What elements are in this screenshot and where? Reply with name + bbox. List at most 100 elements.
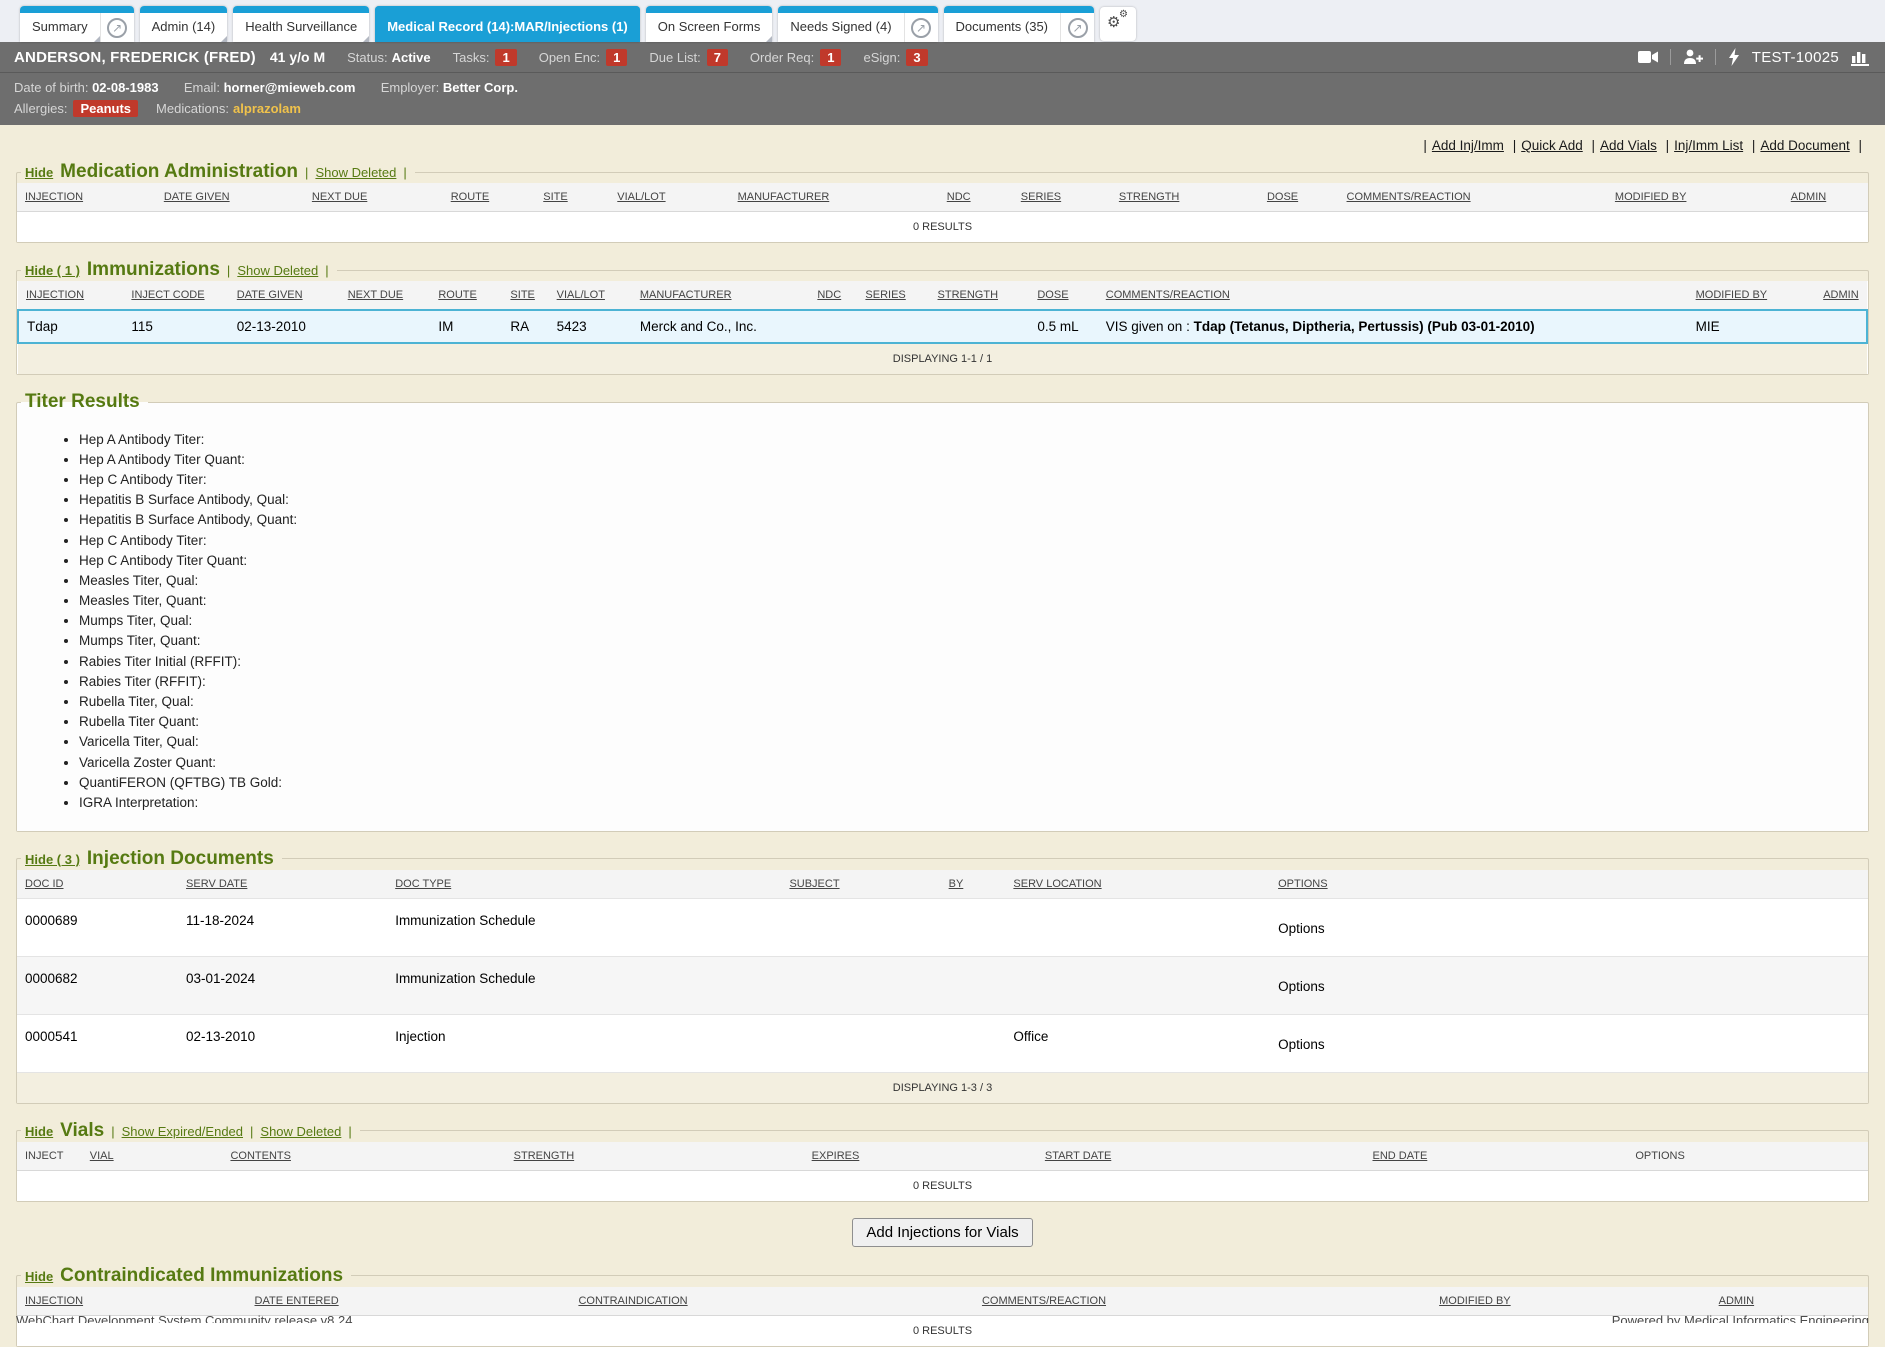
column-header[interactable]: DOSE [1029, 281, 1097, 310]
tab-needs-signed-popout-button[interactable]: ↗ [904, 6, 938, 42]
column-header[interactable]: SERIES [857, 281, 929, 310]
column-header[interactable]: BY [941, 870, 1006, 899]
column-header[interactable]: DOSE [1259, 183, 1339, 212]
column-header[interactable]: DATE GIVEN [156, 183, 304, 212]
hide-immunizations-link[interactable]: Hide ( 1 ) [25, 263, 80, 278]
flowsheet-chart-icon[interactable] [1851, 49, 1869, 66]
column-header[interactable]: CONTENTS [222, 1142, 505, 1171]
column-header[interactable]: VIAL [82, 1142, 223, 1171]
column-header[interactable]: COMMENTS/REACTION [1098, 281, 1688, 310]
tasks-badge[interactable]: 1 [495, 49, 516, 66]
hide-medication-administration-link[interactable]: Hide [25, 165, 53, 180]
document-row[interactable]: 0000689 11-18-2024 Immunization Schedule… [17, 898, 1868, 956]
show-deleted-vials-link[interactable]: Show Deleted [260, 1124, 341, 1139]
show-deleted-medadmin-link[interactable]: Show Deleted [315, 165, 396, 180]
column-header[interactable]: OPTIONS [1270, 870, 1868, 899]
options-menu-trigger[interactable]: Options [1270, 1014, 1868, 1072]
add-inj-imm-link[interactable]: Add Inj/Imm [1432, 138, 1504, 153]
column-header[interactable]: SITE [535, 183, 609, 212]
cell-subject [781, 898, 940, 956]
column-header[interactable]: ADMIN [1815, 281, 1867, 310]
medication-value[interactable]: alprazolam [233, 101, 301, 116]
column-header[interactable]: COMMENTS/REACTION [974, 1287, 1431, 1316]
add-vials-link[interactable]: Add Vials [1600, 138, 1657, 153]
options-menu-trigger[interactable]: Options [1270, 898, 1868, 956]
immunization-row-tdap[interactable]: Tdap 115 02-13-2010 IM RA 5423 Merck and… [18, 310, 1867, 343]
column-header[interactable]: STRENGTH [1111, 183, 1259, 212]
column-header[interactable]: END DATE [1364, 1142, 1627, 1171]
allergy-badge[interactable]: Peanuts [73, 100, 138, 117]
tab-on-screen-forms[interactable]: On Screen Forms [646, 6, 773, 42]
tab-bar: Summary ↗ Admin (14) Health Surveillance… [0, 0, 1885, 42]
dob-value: 02-08-1983 [92, 80, 159, 95]
document-row[interactable]: 0000682 03-01-2024 Immunization Schedule… [17, 956, 1868, 1014]
column-header[interactable]: SUBJECT [781, 870, 940, 899]
quick-add-link[interactable]: Quick Add [1521, 138, 1583, 153]
column-header[interactable]: MODIFIED BY [1688, 281, 1816, 310]
hide-vials-link[interactable]: Hide [25, 1124, 53, 1139]
due-list-badge[interactable]: 7 [707, 49, 728, 66]
column-header[interactable]: VIAL/LOT [549, 281, 632, 310]
tab-admin[interactable]: Admin (14) [140, 6, 228, 42]
video-camera-icon[interactable] [1638, 50, 1658, 64]
order-req-badge[interactable]: 1 [820, 49, 841, 66]
document-row[interactable]: 0000541 02-13-2010 Injection Office Opti… [17, 1014, 1868, 1072]
column-header[interactable]: DATE GIVEN [229, 281, 340, 310]
inj-imm-list-link[interactable]: Inj/Imm List [1674, 138, 1743, 153]
add-document-link[interactable]: Add Document [1760, 138, 1849, 153]
column-header[interactable]: STRENGTH [930, 281, 1030, 310]
options-menu-trigger[interactable]: Options [1270, 956, 1868, 1014]
add-person-icon[interactable] [1683, 49, 1703, 65]
tab-documents-popout-button[interactable]: ↗ [1060, 6, 1094, 42]
lightning-icon[interactable] [1728, 48, 1740, 66]
column-header[interactable]: INJECT CODE [123, 281, 228, 310]
column-header[interactable]: MANUFACTURER [730, 183, 939, 212]
tab-summary-popout-button[interactable]: ↗ [100, 6, 134, 42]
column-header[interactable]: INJECTION [17, 183, 156, 212]
column-header[interactable]: ROUTE [430, 281, 502, 310]
column-header[interactable]: SERIES [1013, 183, 1111, 212]
cell-doc-type: Immunization Schedule [387, 898, 781, 956]
column-header[interactable]: ROUTE [443, 183, 536, 212]
column-header[interactable]: START DATE [1037, 1142, 1365, 1171]
column-header[interactable]: MANUFACTURER [632, 281, 810, 310]
tab-needs-signed[interactable]: Needs Signed (4) [778, 6, 903, 42]
tab-documents[interactable]: Documents (35) [944, 6, 1060, 42]
column-header[interactable]: NEXT DUE [304, 183, 443, 212]
tab-medical-record-active[interactable]: Medical Record (14):MAR/Injections (1) [375, 6, 640, 42]
column-header[interactable]: INJECTION [18, 281, 123, 310]
column-header[interactable]: NDC [939, 183, 1013, 212]
column-header[interactable]: EXPIRES [804, 1142, 1037, 1171]
column-header[interactable]: NEXT DUE [340, 281, 431, 310]
column-header[interactable]: SITE [502, 281, 548, 310]
column-header[interactable]: DOC TYPE [387, 870, 781, 899]
tab-health-surveillance[interactable]: Health Surveillance [233, 6, 369, 42]
column-header[interactable]: ADMIN [1783, 183, 1868, 212]
column-header[interactable]: ADMIN [1711, 1287, 1868, 1316]
patient-header: ANDERSON, FREDERICK (FRED) 41 y/o M Stat… [0, 42, 1885, 125]
column-header[interactable]: VIAL/LOT [609, 183, 729, 212]
column-header[interactable]: MODIFIED BY [1431, 1287, 1711, 1316]
show-deleted-immunizations-link[interactable]: Show Deleted [237, 263, 318, 278]
show-expired-ended-link[interactable]: Show Expired/Ended [122, 1124, 243, 1139]
titer-results-title: Titer Results [25, 391, 140, 413]
hide-injection-documents-link[interactable]: Hide ( 3 ) [25, 852, 80, 867]
column-header[interactable]: STRENGTH [506, 1142, 804, 1171]
column-header[interactable]: DATE ENTERED [247, 1287, 571, 1316]
column-header[interactable]: COMMENTS/REACTION [1339, 183, 1607, 212]
esign-badge[interactable]: 3 [906, 49, 927, 66]
add-injections-for-vials-button[interactable]: Add Injections for Vials [852, 1218, 1032, 1247]
column-header[interactable]: NDC [809, 281, 857, 310]
tab-summary[interactable]: Summary [20, 6, 100, 42]
hide-contraindicated-link[interactable]: Hide [25, 1269, 53, 1284]
open-enc-counter: Open Enc:1 [539, 49, 628, 66]
column-header[interactable]: SERV DATE [178, 870, 387, 899]
column-header[interactable]: DOC ID [17, 870, 178, 899]
open-enc-badge[interactable]: 1 [606, 49, 627, 66]
column-header[interactable]: CONTRAINDICATION [570, 1287, 974, 1316]
column-header[interactable]: MODIFIED BY [1607, 183, 1783, 212]
column-header[interactable]: INJECTION [17, 1287, 247, 1316]
settings-gear-button[interactable]: ⚙ ⚙ [1100, 7, 1136, 41]
cell-modified-by: MIE [1688, 310, 1816, 343]
column-header[interactable]: SERV LOCATION [1005, 870, 1270, 899]
